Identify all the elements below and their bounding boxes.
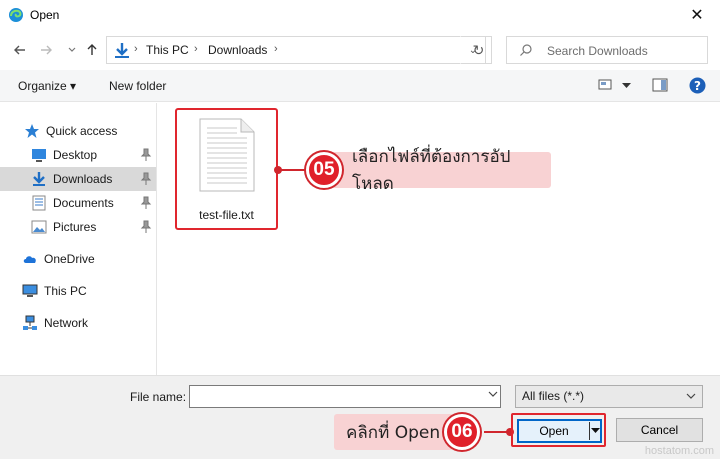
file-type-filter-value: All files (*.*) bbox=[522, 389, 585, 403]
onedrive-cloud-icon bbox=[23, 256, 36, 263]
sidebar-item-label: This PC bbox=[44, 284, 87, 298]
sidebar-item-network[interactable]: Network bbox=[0, 311, 156, 335]
sidebar-item-pictures[interactable]: Pictures bbox=[0, 215, 156, 239]
network-icon bbox=[23, 315, 37, 330]
title-bar: Open ✕ bbox=[0, 0, 720, 30]
breadcrumb-downloads[interactable]: Downloads bbox=[208, 43, 267, 57]
svg-text:?: ? bbox=[694, 79, 701, 93]
sidebar-item-desktop[interactable]: Desktop bbox=[0, 143, 156, 167]
file-name-label: test-file.txt bbox=[199, 208, 254, 222]
file-name-label: File name: bbox=[130, 390, 187, 404]
sidebar-item-label: Network bbox=[44, 316, 89, 330]
organize-menu-button[interactable]: Organize ▾ bbox=[18, 79, 76, 93]
pin-icon[interactable] bbox=[140, 172, 152, 186]
sidebar-item-label: Quick access bbox=[46, 124, 118, 138]
cancel-button[interactable]: Cancel bbox=[616, 418, 703, 442]
text-file-icon bbox=[199, 118, 255, 192]
help-icon[interactable]: ? bbox=[689, 77, 706, 94]
step-badge-06: 06 bbox=[444, 414, 480, 450]
open-button-label: Open bbox=[539, 424, 569, 438]
pin-icon[interactable] bbox=[140, 148, 152, 162]
breadcrumb-separator: › bbox=[134, 43, 138, 55]
chevron-down-icon[interactable] bbox=[488, 389, 498, 401]
downloads-folder-icon bbox=[115, 43, 129, 58]
file-type-filter-select[interactable]: All files (*.*) bbox=[515, 385, 703, 408]
chevron-down-icon bbox=[686, 391, 696, 403]
sidebar-item-label: Desktop bbox=[53, 148, 98, 162]
breadcrumb-separator: › bbox=[274, 43, 278, 55]
callout-select-file: เลือกไฟล์ที่ต้องการอัปโหลด bbox=[330, 147, 551, 194]
refresh-icon[interactable]: ↻ bbox=[466, 36, 492, 64]
star-icon bbox=[25, 124, 39, 138]
breadcrumb-separator: › bbox=[194, 43, 198, 55]
open-button[interactable]: Open bbox=[517, 419, 602, 443]
navigation-bar: › This PC › Downloads › ⌄ ↻ Search Downl… bbox=[0, 30, 720, 70]
callout-text: คลิกที่ Open bbox=[346, 422, 441, 443]
view-options-chevron-icon[interactable] bbox=[622, 83, 631, 89]
search-icon bbox=[520, 44, 532, 56]
sidebar-item-label: Documents bbox=[53, 196, 114, 210]
edge-browser-icon bbox=[9, 8, 23, 22]
open-button-highlight: Open bbox=[511, 413, 606, 447]
sidebar-item-label: Downloads bbox=[53, 172, 113, 186]
search-input[interactable]: Search Downloads bbox=[547, 44, 648, 58]
breadcrumb-this-pc[interactable]: This PC bbox=[146, 43, 189, 57]
search-box[interactable]: Search Downloads bbox=[506, 36, 708, 64]
navigation-pane: Quick access Desktop Downloads Documents… bbox=[0, 103, 157, 375]
dialog-footer: File name: All files (*.*) คลิกที่ Open … bbox=[0, 375, 720, 459]
sidebar-item-label: OneDrive bbox=[44, 252, 95, 266]
pin-icon[interactable] bbox=[140, 196, 152, 210]
callout-click-open: คลิกที่ Open bbox=[334, 414, 454, 450]
desktop-icon bbox=[32, 149, 46, 162]
command-toolbar: Organize ▾ New folder ? bbox=[0, 70, 720, 102]
preview-pane-icon[interactable] bbox=[652, 78, 668, 92]
pin-icon[interactable] bbox=[140, 220, 152, 234]
file-name-input[interactable] bbox=[189, 385, 501, 408]
recent-locations-chevron-icon[interactable] bbox=[62, 40, 82, 60]
callout-line bbox=[278, 169, 308, 171]
download-arrow-icon bbox=[33, 172, 45, 186]
step-badge-05: 05 bbox=[306, 152, 342, 188]
documents-icon bbox=[32, 195, 46, 211]
forward-arrow-icon[interactable] bbox=[36, 40, 56, 60]
sidebar-item-onedrive[interactable]: OneDrive bbox=[0, 247, 156, 271]
computer-icon bbox=[22, 284, 38, 297]
window-title: Open bbox=[30, 8, 60, 22]
change-view-icon[interactable] bbox=[598, 78, 614, 92]
new-folder-button[interactable]: New folder bbox=[109, 79, 166, 93]
callout-line bbox=[484, 431, 508, 433]
back-arrow-icon[interactable] bbox=[10, 40, 30, 60]
watermark: hostatom.com bbox=[644, 445, 714, 457]
sidebar-item-quick-access[interactable]: Quick access bbox=[0, 119, 156, 143]
up-arrow-icon[interactable] bbox=[82, 40, 102, 60]
sidebar-item-this-pc[interactable]: This PC bbox=[0, 279, 156, 303]
sidebar-item-documents[interactable]: Documents bbox=[0, 191, 156, 215]
sidebar-item-label: Pictures bbox=[53, 220, 97, 234]
file-item[interactable]: test-file.txt bbox=[175, 108, 278, 230]
pictures-icon bbox=[31, 220, 47, 234]
open-options-chevron-icon[interactable] bbox=[590, 426, 600, 436]
address-bar[interactable]: › This PC › Downloads › bbox=[106, 36, 492, 64]
close-button[interactable]: ✕ bbox=[674, 0, 720, 30]
sidebar-item-downloads[interactable]: Downloads bbox=[0, 167, 156, 191]
callout-text: เลือกไฟล์ที่ต้องการอัปโหลด bbox=[352, 147, 511, 194]
